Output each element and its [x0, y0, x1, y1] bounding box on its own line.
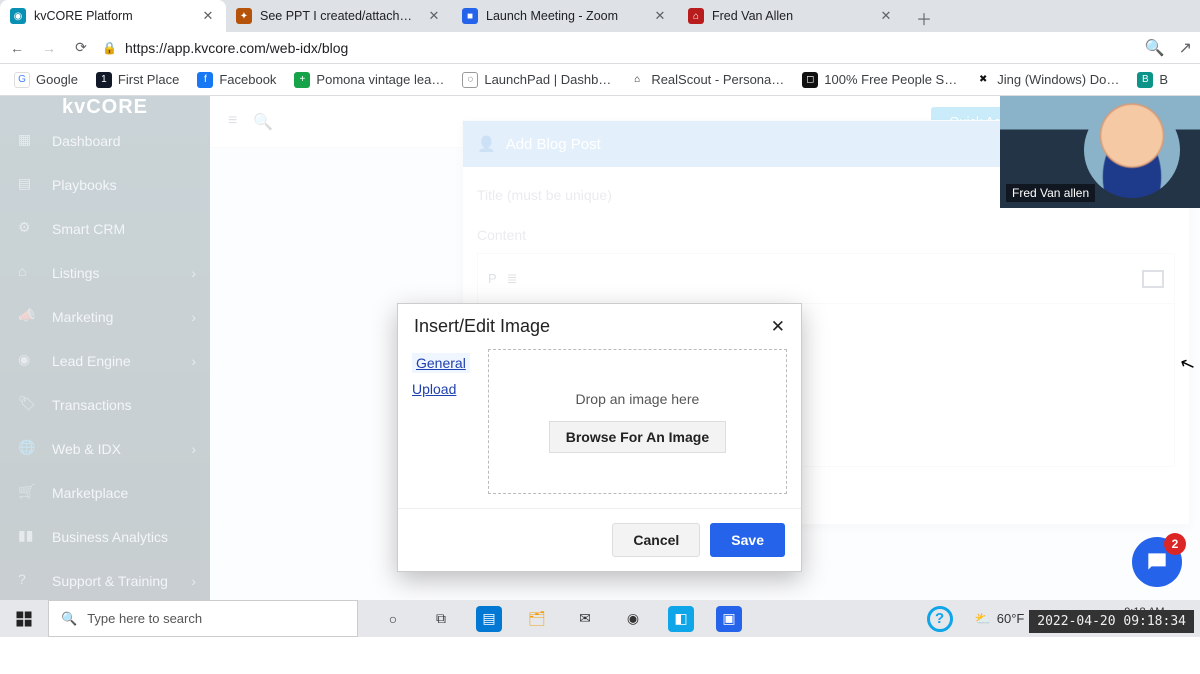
- reload-icon[interactable]: ⟳: [72, 39, 90, 56]
- lock-icon: 🔒: [102, 41, 117, 55]
- chrome-icon[interactable]: ◉: [620, 606, 646, 632]
- cancel-button[interactable]: Cancel: [612, 523, 700, 557]
- tab-favicon: ◉: [10, 8, 26, 24]
- tab-favicon: ✦: [236, 8, 252, 24]
- close-icon[interactable]: ✕: [878, 8, 894, 24]
- start-button[interactable]: [0, 600, 48, 637]
- chrome-tab-strip: ◉ kvCORE Platform ✕ ✦ See PPT I created/…: [0, 0, 1200, 32]
- bookmark-realscout[interactable]: ⌂RealScout - Persona…: [629, 72, 784, 88]
- task-view-icon[interactable]: ⧉: [428, 606, 454, 632]
- close-icon[interactable]: ✕: [200, 8, 216, 24]
- bookmark-people[interactable]: ◻100% Free People S…: [802, 72, 957, 88]
- tab-upload[interactable]: Upload: [412, 381, 470, 397]
- bookmark-firstplace[interactable]: 1First Place: [96, 72, 179, 88]
- tab-title: Launch Meeting - Zoom: [486, 9, 644, 23]
- browser-tab-fred[interactable]: ⌂ Fred Van Allen ✕: [678, 0, 904, 32]
- windows-taskbar: 🔍 Type here to search ○ ⧉ ▤ 🗂 ✉ ◉ ◧ ▣ ? …: [0, 600, 1200, 637]
- tab-title: Fred Van Allen: [712, 9, 870, 23]
- url-text: https://app.kvcore.com/web-idx/blog: [125, 40, 348, 56]
- intercom-launcher[interactable]: 2: [1132, 537, 1182, 587]
- search-icon: 🔍: [61, 611, 77, 627]
- bookmark-pomona[interactable]: +Pomona vintage lea…: [294, 72, 444, 88]
- chrome-toolbar: ← → ⟳ 🔒 https://app.kvcore.com/web-idx/b…: [0, 32, 1200, 64]
- recording-timestamp: 2022-04-20 09:18:34: [1029, 610, 1194, 633]
- back-icon[interactable]: ←: [8, 40, 26, 56]
- tab-favicon: ⌂: [688, 8, 704, 24]
- bookmark-b[interactable]: BB: [1137, 72, 1168, 88]
- save-button[interactable]: Save: [710, 523, 785, 557]
- participant-name: Fred Van allen: [1006, 184, 1095, 202]
- browse-image-button[interactable]: Browse For An Image: [549, 421, 726, 453]
- forward-icon: →: [40, 40, 58, 56]
- bookmark-jing[interactable]: ✖Jing (Windows) Do…: [975, 72, 1119, 88]
- dialog-title: Insert/Edit Image: [414, 316, 550, 337]
- tab-title: See PPT I created/attached - fre…: [260, 9, 418, 23]
- new-tab-button[interactable]: ＋: [910, 4, 938, 32]
- dropzone-label: Drop an image here: [576, 391, 700, 407]
- help-orb-icon[interactable]: ?: [927, 606, 953, 632]
- close-icon[interactable]: ✕: [652, 8, 668, 24]
- search-icon[interactable]: 🔍: [1145, 38, 1165, 58]
- taskbar-search[interactable]: 🔍 Type here to search: [48, 600, 358, 637]
- mail-icon[interactable]: ✉: [572, 606, 598, 632]
- browser-tab-kvcore[interactable]: ◉ kvCORE Platform ✕: [0, 0, 226, 32]
- tab-general[interactable]: General: [412, 353, 470, 373]
- zoom-icon[interactable]: ▣: [716, 606, 742, 632]
- notification-badge: 2: [1164, 533, 1186, 555]
- edge-icon[interactable]: ▤: [476, 606, 502, 632]
- zoom-video-overlay: Fred Van allen: [1000, 96, 1200, 208]
- browser-tab-zoom[interactable]: ■ Launch Meeting - Zoom ✕: [452, 0, 678, 32]
- insert-edit-image-dialog: Insert/Edit Image ✕ General Upload Drop …: [397, 303, 802, 572]
- bookmark-facebook[interactable]: fFacebook: [197, 72, 276, 88]
- explorer-icon[interactable]: 🗂: [524, 606, 550, 632]
- bookmark-google[interactable]: GGoogle: [14, 72, 78, 88]
- close-icon[interactable]: ✕: [426, 8, 442, 24]
- webcam-face: [1084, 102, 1180, 198]
- browser-tab-ppt[interactable]: ✦ See PPT I created/attached - fre… ✕: [226, 0, 452, 32]
- bookmarks-bar: GGoogle 1First Place fFacebook +Pomona v…: [0, 64, 1200, 96]
- weather-widget[interactable]: ⛅ 60°F: [975, 611, 1025, 627]
- tab-title: kvCORE Platform: [34, 9, 192, 23]
- cortana-icon[interactable]: ○: [380, 606, 406, 632]
- tab-favicon: ■: [462, 8, 478, 24]
- search-placeholder: Type here to search: [87, 611, 202, 626]
- close-icon[interactable]: ✕: [771, 317, 785, 337]
- bookmark-launchpad[interactable]: ◌LaunchPad | Dashb…: [462, 72, 611, 88]
- sun-icon: ⛅: [975, 611, 991, 627]
- image-dropzone[interactable]: Drop an image here Browse For An Image: [488, 349, 787, 494]
- app-icon[interactable]: ◧: [668, 606, 694, 632]
- share-icon[interactable]: ↗: [1179, 38, 1192, 58]
- address-bar[interactable]: 🔒 https://app.kvcore.com/web-idx/blog: [102, 40, 1133, 56]
